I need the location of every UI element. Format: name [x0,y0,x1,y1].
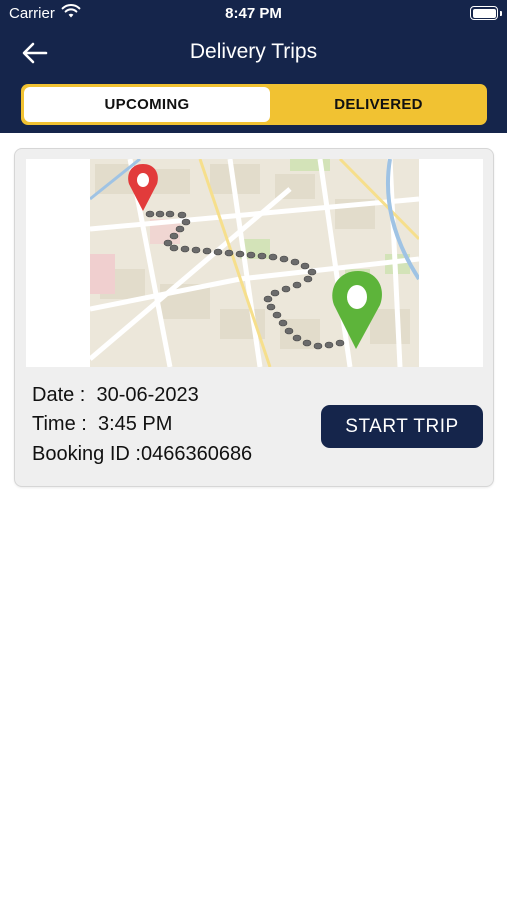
booking-value: 0466360686 [140,443,253,465]
battery-icon [470,6,502,20]
tab-delivered[interactable]: DELIVERED [273,87,484,122]
trip-date: Date : 30-06-2023 [32,384,199,407]
trip-time: Time : 3:45 PM [32,413,172,436]
start-trip-button[interactable]: START TRIP [321,405,483,448]
time-label: Time : [32,413,87,435]
status-time: 8:47 PM [225,5,282,22]
page-title: Delivery Trips [189,40,318,63]
time-value: 3:45 PM [97,413,173,435]
tab-upcoming[interactable]: UPCOMING [24,87,270,122]
app-header: Carrier 8:47 PM Delivery Trips UPCOMING … [0,0,507,133]
status-bar: Carrier 8:47 PM [0,0,507,28]
route-map-image [26,159,483,367]
date-label: Date : [32,384,86,406]
route-map-illustration [90,159,419,367]
booking-label: Booking ID : [32,443,141,465]
trip-booking-id: Booking ID :0466360686 [32,443,252,466]
tab-bar: UPCOMING DELIVERED [21,84,487,125]
trip-card: Date : 30-06-2023 Time : 3:45 PM Booking… [14,148,494,487]
date-value: 30-06-2023 [96,384,199,406]
